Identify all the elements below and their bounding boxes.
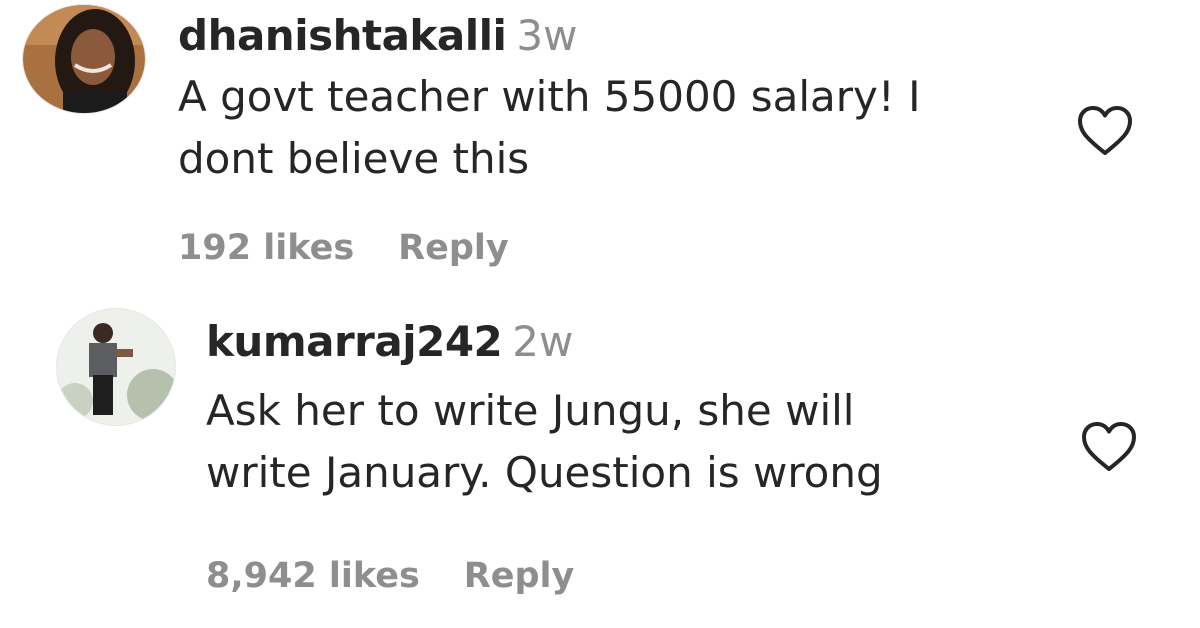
username[interactable]: kumarraj242 xyxy=(206,317,503,366)
likes-count[interactable]: 8,942 likes xyxy=(206,556,420,596)
heart-outline-icon[interactable] xyxy=(1074,102,1136,158)
likes-count[interactable]: 192 likes xyxy=(178,228,354,268)
comment-text-line: dont believe this xyxy=(178,134,530,183)
reply-button[interactable]: Reply xyxy=(464,556,575,596)
comment-age: 2w xyxy=(512,317,574,366)
comment-meta: 192 likes Reply xyxy=(178,226,509,270)
heart-outline-icon[interactable] xyxy=(1078,418,1140,474)
comment-text: A govt teacher with 55000 salary! I dont… xyxy=(178,66,920,190)
comment-age: 3w xyxy=(516,11,578,60)
comment-header: dhanishtakalli 3w xyxy=(178,10,577,62)
username[interactable]: dhanishtakalli xyxy=(178,11,507,60)
avatar-image xyxy=(23,5,145,113)
comment-text: Ask her to write Jungu, she will write J… xyxy=(206,380,883,504)
comment-meta: 8,942 likes Reply xyxy=(206,554,574,598)
avatar[interactable] xyxy=(56,308,176,426)
reply-button[interactable]: Reply xyxy=(398,228,509,268)
avatar[interactable] xyxy=(22,4,146,114)
comment-text-line: write January. Question is wrong xyxy=(206,448,883,497)
comment-header: kumarraj242 2w xyxy=(206,316,573,368)
comment-text-line: A govt teacher with 55000 salary! I xyxy=(178,72,921,121)
comment-text-line: Ask her to write Jungu, she will xyxy=(206,386,855,435)
avatar-image xyxy=(57,309,175,425)
